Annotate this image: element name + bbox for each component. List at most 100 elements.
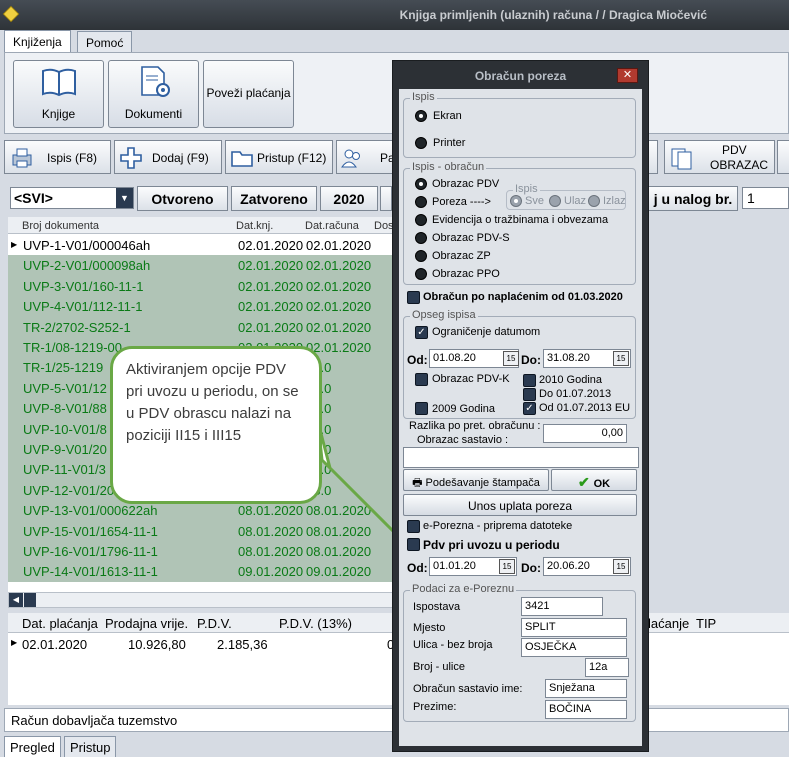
evidencija-label[interactable]: Evidencija o tražbinama i obvezama: [432, 214, 608, 226]
eporezna-checkbox[interactable]: [407, 520, 420, 533]
ogranicenje-label[interactable]: Ograničenje datumom: [432, 326, 540, 338]
table-row[interactable]: ▶ UVP-1-V01/000046ah 02.01.2020 02.01.2020: [8, 235, 397, 256]
obrazac-pdvs-label[interactable]: Obrazac PDV-S: [432, 232, 510, 244]
uvoz-od-calendar-icon[interactable]: 15: [499, 559, 515, 574]
dokumenti-button[interactable]: Dokumenti: [108, 60, 199, 128]
eporezna-label[interactable]: e-Porezna - priprema datoteke: [423, 520, 572, 532]
radio-obrazac-ppo[interactable]: [415, 268, 427, 280]
otvoreno-button[interactable]: Otvoreno: [137, 186, 228, 211]
podesavanje-button[interactable]: 🖶 Podešavanje štampača: [403, 469, 549, 491]
ulica-input[interactable]: OSJEČKA: [521, 638, 627, 657]
radio-ulaz[interactable]: [549, 195, 561, 207]
od2013-label[interactable]: Od 01.07.2013 EU: [539, 402, 630, 414]
table-row[interactable]: UVP-4-V01/112-11-1 02.01.2020 02.01.2020: [8, 296, 397, 317]
ispostava-input[interactable]: 3421: [521, 597, 603, 616]
razlika-input[interactable]: 0,00: [543, 424, 627, 443]
sastavio-input[interactable]: [403, 447, 639, 468]
broj-input[interactable]: 12a: [585, 658, 629, 677]
header-datracuna[interactable]: Dat.računa: [305, 220, 359, 232]
pdv-obrazac-button[interactable]: PDV OBRAZAC: [664, 140, 775, 174]
uvoz-do-calendar-icon[interactable]: 15: [613, 559, 629, 574]
cell-broj: UVP-9-V01/20: [23, 442, 107, 457]
document-type-combo[interactable]: <SVI> ▼: [10, 187, 134, 209]
izlaz-label[interactable]: Izlaz: [603, 195, 626, 207]
tab-knjizenja[interactable]: Knjiženja: [4, 30, 71, 53]
table-row[interactable]: UVP-2-V01/000098ah 02.01.2020 02.01.2020: [8, 255, 397, 276]
header-datknj[interactable]: Dat.knj.: [236, 220, 273, 232]
tab-pomoc[interactable]: Pomoć: [77, 31, 133, 53]
nalog-input[interactable]: 1: [742, 187, 789, 209]
radio-ekran[interactable]: [415, 110, 427, 122]
cell-broj: UVP-11-V01/3: [23, 462, 106, 478]
g2010-checkbox[interactable]: [523, 374, 536, 387]
g2010-label[interactable]: 2010 Godina: [539, 374, 602, 386]
knjige-button[interactable]: Knjige: [13, 60, 104, 128]
do2013-label[interactable]: Do 01.07.2013: [539, 388, 611, 400]
g2009-label[interactable]: 2009 Godina: [432, 403, 495, 415]
header-tip[interactable]: TIP: [696, 616, 716, 631]
ogranicenje-checkbox[interactable]: ✓: [415, 326, 428, 339]
naplaceno-label[interactable]: Obračun po naplaćenim od 01.03.2020: [423, 291, 623, 303]
do2013-checkbox[interactable]: [523, 388, 536, 401]
unos-uplata-button[interactable]: Unos uplata poreza: [403, 494, 637, 516]
ispis-button[interactable]: Ispis (F8): [4, 140, 111, 174]
table-row[interactable]: UVP-3-V01/160-11-1 02.01.2020 02.01.2020: [8, 275, 397, 297]
ime-input[interactable]: Snježana: [545, 679, 627, 698]
header-dat-placanja[interactable]: Dat. plaćanja: [22, 616, 98, 631]
radio-sve[interactable]: [510, 195, 522, 207]
obrazac-zp-label[interactable]: Obrazac ZP: [432, 250, 491, 262]
table-row[interactable]: UVP-14-V01/1613-11-1 09.01.2020 09.01.2020: [8, 561, 397, 582]
scroll-left-icon[interactable]: ◀: [9, 593, 23, 607]
callout-bubble: Aktiviranjem opcije PDV pri uvozu u peri…: [110, 346, 322, 504]
dodaj-button[interactable]: Dodaj (F9): [114, 140, 222, 174]
pdvk-label[interactable]: Obrazac PDV-K: [432, 373, 510, 385]
radio-evidencija[interactable]: [415, 214, 427, 226]
naplaceno-checkbox[interactable]: [407, 291, 420, 304]
sve-label[interactable]: Sve: [525, 195, 544, 207]
pristup-button[interactable]: Pristup (F12): [225, 140, 333, 174]
header-prodajna[interactable]: Prodajna vrije.: [105, 616, 188, 631]
tab-pristup[interactable]: Pristup: [64, 736, 117, 757]
radio-izlaz[interactable]: [588, 195, 600, 207]
ok-button[interactable]: ✔ OK: [551, 469, 637, 491]
podesavanje-label: Podešavanje štampača: [425, 477, 540, 489]
header-pdv[interactable]: P.D.V.: [197, 616, 232, 631]
mjesto-input[interactable]: SPLIT: [521, 618, 627, 637]
poreza-label[interactable]: Poreza ---->: [432, 196, 491, 208]
pdvk-checkbox[interactable]: [415, 373, 428, 386]
table-row[interactable]: TR-2/2702-S252-1 02.01.2020 02.01.2020: [8, 316, 397, 337]
od2013-checkbox[interactable]: ✓: [523, 402, 536, 415]
ekran-label[interactable]: Ekran: [433, 110, 462, 122]
header-placanje[interactable]: laćanje: [648, 616, 689, 631]
header-broj[interactable]: Broj dokumenta: [22, 220, 99, 232]
povezi-placanja-button[interactable]: Poveži plaćanja: [203, 60, 294, 128]
hidden-button[interactable]: [648, 140, 658, 174]
printer-label[interactable]: Printer: [433, 137, 465, 149]
radio-obrazac-pdv[interactable]: [415, 178, 427, 190]
close-x-button[interactable]: [777, 140, 789, 174]
od-calendar-icon[interactable]: 15: [503, 351, 519, 366]
do-calendar-icon[interactable]: 15: [613, 351, 629, 366]
tab-pregled[interactable]: Pregled: [4, 736, 61, 757]
obrazac-ppo-label[interactable]: Obrazac PPO: [432, 268, 500, 280]
horizontal-scrollbar[interactable]: ◀: [8, 592, 397, 608]
radio-obrazac-pdvs[interactable]: [415, 232, 427, 244]
header-dos[interactable]: Dos: [374, 220, 394, 232]
filter-extra-button[interactable]: [380, 186, 392, 211]
dialog-close-icon[interactable]: ✕: [617, 68, 638, 83]
header-pdv13[interactable]: P.D.V. (13%): [279, 616, 352, 631]
partner-button[interactable]: Pa: [336, 140, 395, 174]
radio-poreza[interactable]: [415, 196, 427, 208]
pdv-uvoz-label[interactable]: Pdv pri uvozu u periodu: [423, 538, 560, 552]
obrazac-pdv-label[interactable]: Obrazac PDV: [432, 178, 499, 190]
radio-printer[interactable]: [415, 137, 427, 149]
prezime-input[interactable]: BOČINA: [545, 700, 627, 719]
year-button[interactable]: 2020: [320, 186, 378, 211]
pdv-uvoz-checkbox[interactable]: [407, 538, 420, 551]
radio-obrazac-zp[interactable]: [415, 250, 427, 262]
scroll-thumb[interactable]: [24, 593, 36, 607]
ulaz-label[interactable]: Ulaz: [564, 195, 586, 207]
chevron-down-icon[interactable]: ▼: [116, 188, 133, 208]
zatvoreno-button[interactable]: Zatvoreno: [231, 186, 317, 211]
g2009-checkbox[interactable]: [415, 402, 428, 415]
